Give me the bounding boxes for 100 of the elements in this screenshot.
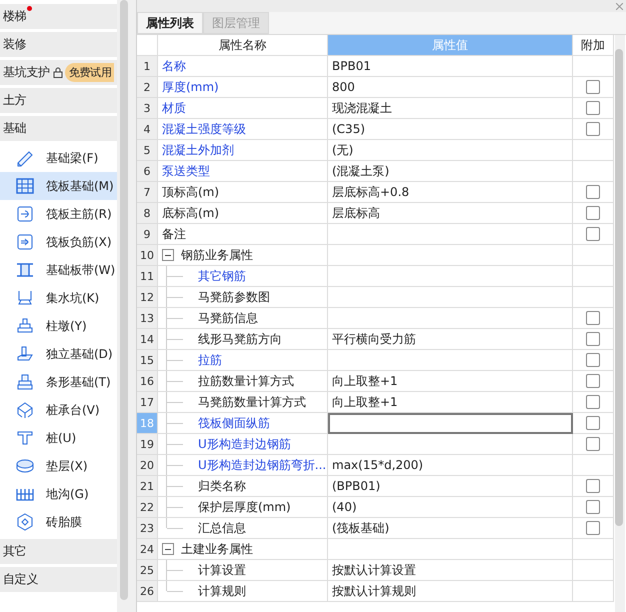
category-header[interactable]: 楼梯	[0, 4, 117, 29]
category-label: 基坑支护	[3, 64, 50, 81]
attach-cell	[573, 266, 614, 287]
row-number[interactable]: 9	[137, 224, 158, 245]
component-item[interactable]: 筏板基础(M)	[0, 172, 117, 200]
property-name: 材质	[158, 98, 328, 119]
value-cell: max(15*d,200)	[328, 455, 573, 476]
row-number[interactable]: 23	[137, 518, 158, 539]
component-icon	[16, 233, 34, 251]
property-name: 筏板侧面纵筋	[158, 413, 328, 434]
property-name: U形构造封边钢筋弯折...	[158, 455, 328, 476]
value-input-field[interactable]	[328, 413, 573, 434]
attach-checkbox[interactable]	[586, 80, 600, 94]
component-icon	[16, 149, 34, 167]
attach-checkbox[interactable]	[586, 122, 600, 136]
property-name: 顶标高(m)	[158, 182, 328, 203]
attach-checkbox[interactable]	[586, 206, 600, 220]
attach-checkbox[interactable]	[586, 479, 600, 493]
attach-cell	[573, 581, 614, 602]
attach-checkbox[interactable]	[586, 311, 600, 325]
attach-checkbox[interactable]	[586, 185, 600, 199]
attach-checkbox[interactable]	[586, 332, 600, 346]
property-name: 拉筋	[158, 350, 328, 371]
component-icon	[16, 373, 34, 391]
attach-checkbox[interactable]	[586, 374, 600, 388]
attach-checkbox[interactable]	[586, 227, 600, 241]
component-icon	[16, 429, 34, 447]
row-number[interactable]: 13	[137, 308, 158, 329]
category-header[interactable]: 自定义	[0, 567, 117, 592]
category-header[interactable]: 其它	[0, 539, 117, 564]
category-header[interactable]: 基坑支护 免费试用	[0, 60, 117, 85]
property-name: 保护层厚度(mm)	[158, 497, 328, 518]
attach-checkbox[interactable]	[586, 416, 600, 430]
category-label: 土方	[3, 92, 26, 109]
attach-checkbox[interactable]	[586, 500, 600, 514]
component-icon	[16, 457, 34, 475]
row-number[interactable]: 25	[137, 560, 158, 581]
row-number[interactable]: 12	[137, 287, 158, 308]
category-label: 基础	[3, 120, 26, 137]
row-number[interactable]: 5	[137, 140, 158, 161]
property-name: 底标高(m)	[158, 203, 328, 224]
value-cell: 现浇混凝土	[328, 98, 573, 119]
category-header[interactable]: 土方	[0, 88, 117, 113]
property-name: 马凳筋信息	[158, 308, 328, 329]
attach-checkbox[interactable]	[586, 395, 600, 409]
attach-checkbox[interactable]	[586, 521, 600, 535]
row-number[interactable]: 16	[137, 371, 158, 392]
row-number[interactable]: 7	[137, 182, 158, 203]
value-cell: 向上取整+1	[328, 371, 573, 392]
property-name: 混凝土外加剂	[158, 140, 328, 161]
property-name: 线形马凳筋方向	[158, 329, 328, 350]
row-number[interactable]: 20	[137, 455, 158, 476]
row-number[interactable]: 22	[137, 497, 158, 518]
component-icon	[16, 401, 34, 419]
component-icon	[16, 205, 34, 223]
row-number[interactable]: 8	[137, 203, 158, 224]
category-label: 自定义	[3, 571, 38, 588]
row-number[interactable]: 2	[137, 77, 158, 98]
property-name: U形构造封边钢筋	[158, 434, 328, 455]
row-number[interactable]: 26	[137, 581, 158, 602]
value-cell: (BPB01)	[328, 476, 573, 497]
collapse-toggle[interactable]	[162, 249, 174, 261]
row-number[interactable]: 14	[137, 329, 158, 350]
property-name: 泵送类型	[158, 161, 328, 182]
category-header[interactable]: 装修	[0, 32, 117, 57]
collapse-toggle[interactable]	[162, 543, 174, 555]
value-cell: BPB01	[328, 56, 573, 77]
row-number[interactable]: 1	[137, 56, 158, 77]
value-cell: 平行横向受力筋	[328, 329, 573, 350]
component-icon	[16, 177, 34, 195]
category-header[interactable]: 基础	[0, 116, 117, 141]
row-number[interactable]: 4	[137, 119, 158, 140]
value-cell: 800	[328, 77, 573, 98]
free-trial-badge[interactable]: 免费试用	[64, 63, 114, 82]
group-name: 钢筋业务属性	[158, 245, 328, 266]
value-cell: (40)	[328, 497, 573, 518]
value-cell: (C35)	[328, 119, 573, 140]
row-number[interactable]: 19	[137, 434, 158, 455]
attach-checkbox[interactable]	[586, 437, 600, 451]
attach-checkbox[interactable]	[586, 101, 600, 115]
column-header: 属性值	[328, 35, 573, 56]
component-icon	[16, 261, 34, 279]
scrollbar[interactable]	[120, 0, 128, 600]
value-cell: 层底标高	[328, 203, 573, 224]
close-icon[interactable]	[616, 2, 623, 10]
row-number[interactable]: 6	[137, 161, 158, 182]
property-name: 混凝土强度等级	[158, 119, 328, 140]
panel-tab[interactable]: 属性列表	[137, 12, 203, 34]
row-number[interactable]: 11	[137, 266, 158, 287]
row-number[interactable]: 21	[137, 476, 158, 497]
property-name: 名称	[158, 56, 328, 77]
row-number[interactable]: 24	[137, 539, 158, 560]
attach-checkbox[interactable]	[586, 353, 600, 367]
property-name: 厚度(mm)	[158, 77, 328, 98]
row-number[interactable]: 17	[137, 392, 158, 413]
row-number[interactable]: 15	[137, 350, 158, 371]
scrollbar-thumb[interactable]	[615, 49, 623, 526]
row-number[interactable]: 3	[137, 98, 158, 119]
row-number[interactable]: 10	[137, 245, 158, 266]
property-name: 归类名称	[158, 476, 328, 497]
